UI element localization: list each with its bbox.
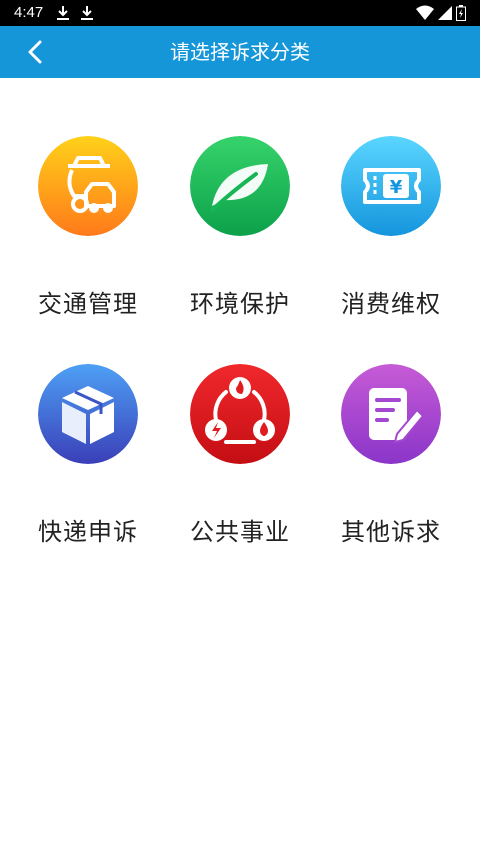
category-environmental-protection[interactable]: 环境保护 (165, 136, 315, 336)
leaf-icon (190, 136, 290, 236)
back-button[interactable] (22, 38, 50, 66)
status-time: 4:47 (14, 4, 44, 21)
category-label: 其他诉求 (341, 518, 441, 546)
category-label: 消费维权 (341, 290, 441, 318)
coupon-yen-icon: ¥ (341, 136, 441, 236)
download-icon (57, 6, 69, 20)
category-label: 快递申诉 (38, 518, 138, 546)
wifi-icon (416, 5, 434, 20)
category-label: 交通管理 (38, 290, 138, 318)
category-label: 环境保护 (190, 290, 290, 318)
note-pencil-icon (341, 364, 441, 464)
battery-icon (456, 5, 466, 21)
package-box-icon (38, 364, 138, 464)
status-bar: 4:47 (0, 0, 480, 26)
category-express-complaint[interactable]: 快递申诉 (13, 364, 163, 564)
page-title: 请选择诉求分类 (170, 40, 310, 64)
category-label: 公共事业 (190, 518, 290, 546)
utilities-cycle-icon (190, 364, 290, 464)
signal-icon (438, 6, 452, 20)
category-public-utilities[interactable]: 公共事业 (165, 364, 315, 564)
svg-text:¥: ¥ (390, 177, 403, 198)
traffic-management-icon (38, 136, 138, 236)
chevron-left-icon (28, 40, 42, 64)
category-traffic-management[interactable]: 交通管理 (13, 136, 163, 336)
category-consumer-rights[interactable]: ¥ 消费维权 (316, 136, 466, 336)
download-icon (81, 6, 93, 20)
category-other-requests[interactable]: 其他诉求 (316, 364, 466, 564)
app-bar: 请选择诉求分类 (0, 26, 480, 78)
